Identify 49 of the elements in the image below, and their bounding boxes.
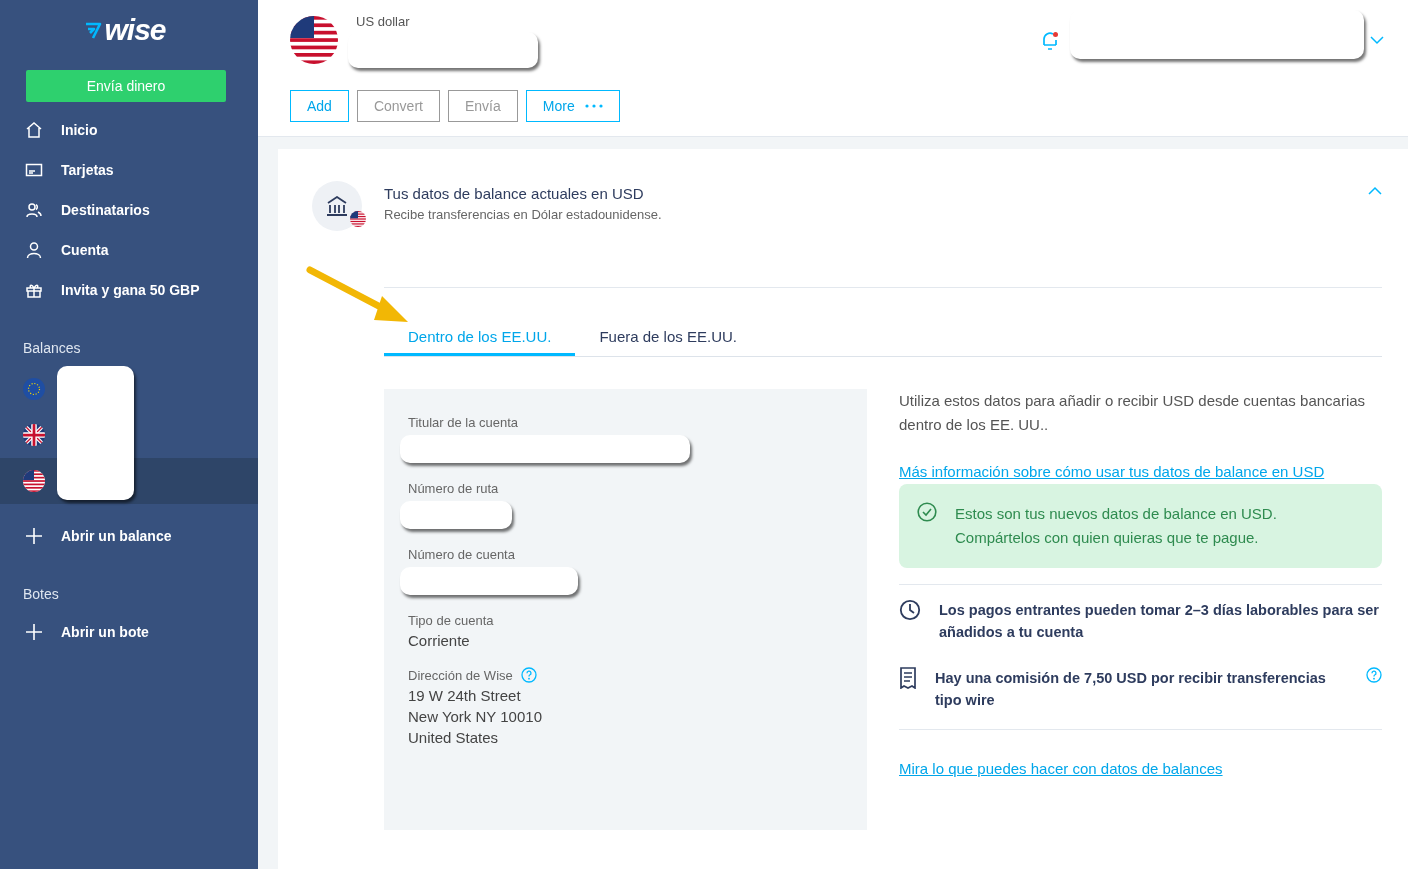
open-jar-link[interactable]: Abrir un bote [0,612,258,652]
logo-wordmark: wise [104,13,166,47]
flag-icon [290,16,338,64]
field-value: 19 W 24th Street [408,687,522,704]
card-icon [25,161,43,179]
person-icon [25,241,43,259]
section-heading: Balances [22,340,82,356]
field-value: Corriente [408,632,471,649]
nav-item[interactable]: Destinatarios [0,190,258,230]
plus-icon [25,527,43,545]
field-label: Titular de la cuenta [408,415,519,430]
flag-icon [350,211,366,227]
notice-text: Compártelos con quien quieras que te pague. [955,528,1260,548]
field-label: Dirección de Wise [408,667,513,683]
home-icon [25,121,43,139]
card-title: Tus datos de balance actuales en USD [384,185,645,202]
receipt-icon [899,667,917,689]
clock-icon [899,599,921,621]
field-label: Número de cuenta [408,547,515,562]
flag-icon [23,424,45,446]
open-balance-link[interactable]: Abrir un balance [0,516,258,556]
nav-item[interactable]: Cuenta [0,230,258,270]
check-circle-icon [917,502,937,522]
nav-item[interactable]: Inicio [0,110,258,150]
currency-name: US dollar [356,14,411,29]
help-icon[interactable] [1366,667,1382,683]
bell-icon[interactable] [1040,30,1060,52]
more-icon [584,104,603,108]
field-value: New York NY 10010 [408,708,543,725]
flag-icon [23,378,45,400]
field-label: Número de ruta [408,481,499,496]
chevron-down-icon[interactable] [1370,35,1384,45]
bank-icon [326,196,348,216]
fact-text: Hay una comisión de 7,50 USD por recibir transferencias tipo wire [935,669,1327,710]
card-subtitle: Recibe transferencias en Dólar estadounidense. [384,207,663,222]
section-heading: Botes [22,586,60,602]
notice-text: Estos son tus nuevos datos de balance en USD. [955,504,1277,524]
info-text: Utiliza estos datos para añadir o recibir USD desde cuentas bancarias dentro de los EE. UU.. [899,391,1367,435]
chevron-up-icon[interactable] [1368,186,1382,196]
help-icon[interactable] [520,667,537,683]
people-icon [25,201,43,219]
nav-item[interactable]: Tarjetas [0,150,258,190]
flag-icon [23,470,45,492]
plus-icon [25,623,43,641]
field-label: Tipo de cuenta [408,613,494,628]
nav-item[interactable]: Invita y gana 50 GBP [0,270,258,310]
field-value: United States [408,729,500,746]
tab[interactable]: Fuera de los EE.UU. [575,328,761,356]
fact-text: Los pagos entrantes pueden tomar 2–3 días laborables para ser añadidos a tu cuenta [939,601,1380,642]
